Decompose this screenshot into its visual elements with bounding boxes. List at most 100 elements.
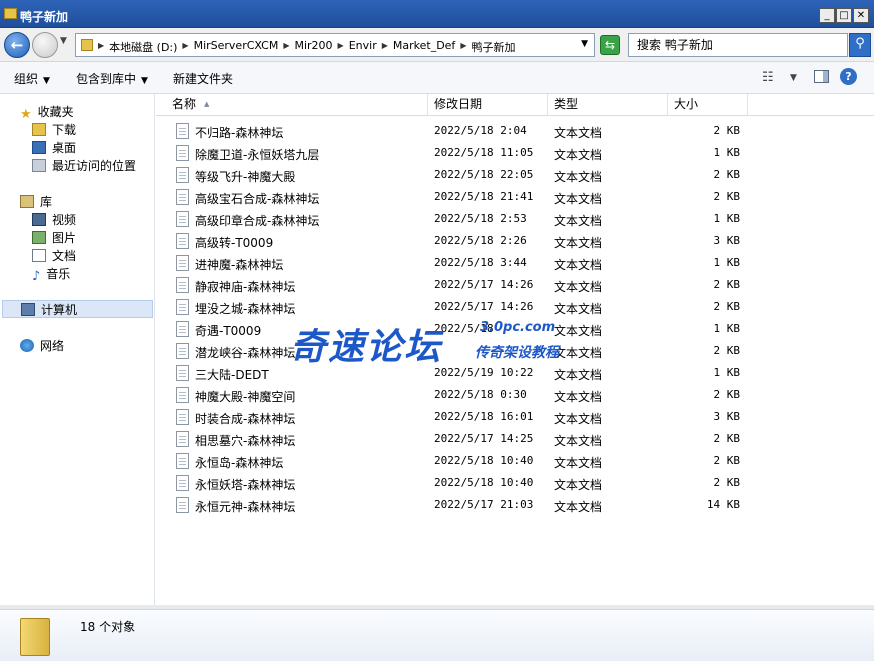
breadcrumb-item-server[interactable]: MirServerCXCM — [194, 39, 279, 55]
column-header-size[interactable]: 大小 — [668, 94, 748, 116]
organize-menu[interactable]: 组织 ▼ — [14, 70, 50, 87]
folder-icon — [81, 39, 93, 51]
file-name: 永恒妖塔-森林神坛 — [195, 478, 296, 492]
file-name: 奇遇-T0009 — [195, 324, 262, 338]
help-button[interactable]: ? — [840, 68, 857, 85]
file-type: 文本文档 — [554, 192, 603, 206]
file-row[interactable]: 永恒岛-森林神坛 2022/5/18 10:40 文本文档 2 KB — [156, 450, 874, 472]
file-row[interactable]: 高级宝石合成-森林神坛 2022/5/18 21:41 文本文档 2 KB — [156, 186, 874, 208]
close-button[interactable]: ✕ — [853, 8, 869, 23]
file-row[interactable]: 时装合成-森林神坛 2022/5/18 16:01 文本文档 3 KB — [156, 406, 874, 428]
network-icon — [20, 339, 34, 352]
chevron-right-icon[interactable]: ▶ — [382, 39, 388, 55]
address-field[interactable]: ▶ 本地磁盘 (D:) ▶ MirServerCXCM ▶ Mir200 ▶ E… — [75, 33, 595, 57]
nav-music[interactable]: ♪ 音乐 — [32, 265, 70, 284]
search-box[interactable] — [628, 33, 848, 57]
text-file-icon — [176, 475, 189, 491]
file-type: 文本文档 — [554, 324, 603, 338]
column-label: 名称 — [172, 97, 197, 111]
breadcrumb-item-market[interactable]: Market_Def — [393, 39, 455, 55]
nav-desktop[interactable]: 桌面 — [32, 139, 76, 157]
chevron-down-icon[interactable]: ▼ — [60, 36, 67, 46]
nav-pictures[interactable]: 图片 — [32, 229, 76, 247]
file-size: 1 KB — [713, 256, 741, 269]
chevron-right-icon[interactable]: ▶ — [283, 39, 289, 55]
file-date: 2022/5/18 2:53 — [434, 212, 527, 225]
nav-recent[interactable]: 最近访问的位置 — [32, 157, 136, 175]
file-row[interactable]: 除魔卫道-永恒妖塔九层 2022/5/18 11:05 文本文档 1 KB — [156, 142, 874, 164]
file-row[interactable]: 高级印章合成-森林神坛 2022/5/18 2:53 文本文档 1 KB — [156, 208, 874, 230]
file-row[interactable]: 永恒元神-森林神坛 2022/5/17 21:03 文本文档 14 KB — [156, 494, 874, 516]
maximize-button[interactable]: □ — [836, 8, 852, 23]
search-input[interactable] — [637, 37, 837, 51]
file-type: 文本文档 — [554, 478, 603, 492]
minimize-button[interactable]: _ — [819, 8, 835, 23]
file-type: 文本文档 — [554, 390, 603, 404]
file-name: 高级印章合成-森林神坛 — [195, 214, 320, 228]
nav-downloads[interactable]: 下载 — [32, 121, 76, 139]
column-header-date[interactable]: 修改日期 — [428, 94, 548, 116]
file-date: 2022/5/18 21:41 — [434, 190, 534, 203]
file-name: 潜龙峡谷-森林神坛 — [195, 346, 296, 360]
nav-libraries[interactable]: 库 — [20, 193, 52, 211]
text-file-icon — [176, 233, 189, 249]
nav-computer[interactable]: 计算机 — [2, 300, 153, 318]
nav-network[interactable]: 网络 — [20, 337, 64, 355]
column-header-type[interactable]: 类型 — [548, 94, 668, 116]
nav-label: 网络 — [40, 339, 65, 353]
file-size: 2 KB — [713, 388, 741, 401]
chevron-right-icon[interactable]: ▶ — [182, 39, 188, 55]
file-row[interactable]: 高级转-T0009 2022/5/18 2:26 文本文档 3 KB — [156, 230, 874, 252]
file-type: 文本文档 — [554, 126, 603, 140]
file-type: 文本文档 — [554, 368, 603, 382]
file-type: 文本文档 — [554, 500, 603, 514]
library-icon — [20, 195, 34, 208]
column-label: 大小 — [674, 97, 699, 111]
breadcrumb-item-mir200[interactable]: Mir200 — [294, 39, 332, 55]
text-file-icon — [176, 167, 189, 183]
file-row[interactable]: 进神魔-森林神坛 2022/5/18 3:44 文本文档 1 KB — [156, 252, 874, 274]
address-bar-area: ← ▼ ▶ 本地磁盘 (D:) ▶ MirServerCXCM ▶ Mir200… — [0, 28, 874, 62]
nav-documents[interactable]: 文档 — [32, 247, 76, 265]
file-row[interactable]: 等级飞升-神魔大殿 2022/5/18 22:05 文本文档 2 KB — [156, 164, 874, 186]
file-type: 文本文档 — [554, 412, 603, 426]
file-row[interactable]: 埋没之城-森林神坛 2022/5/17 14:26 文本文档 2 KB — [156, 296, 874, 318]
file-row[interactable]: 三大陆-DEDT 2022/5/19 10:22 文本文档 1 KB — [156, 362, 874, 384]
chevron-right-icon[interactable]: ▶ — [338, 39, 344, 55]
new-folder-button[interactable]: 新建文件夹 — [173, 70, 233, 87]
music-icon: ♪ — [32, 269, 41, 284]
back-button[interactable]: ← — [4, 32, 30, 58]
forward-button[interactable] — [32, 32, 58, 58]
text-file-icon — [176, 189, 189, 205]
chevron-right-icon[interactable]: ▶ — [460, 39, 466, 55]
column-header-name[interactable]: 名称 ▲ — [166, 94, 428, 116]
breadcrumb-item-drive[interactable]: 本地磁盘 (D:) — [109, 39, 177, 55]
chevron-down-icon[interactable]: ▼ — [790, 73, 797, 83]
title-bar[interactable]: 鸭子新加 _ □ ✕ — [0, 0, 874, 28]
chevron-right-icon[interactable]: ▶ — [98, 39, 104, 55]
chevron-down-icon[interactable]: ▼ — [581, 39, 588, 49]
file-row[interactable]: 相思墓穴-森林神坛 2022/5/17 14:25 文本文档 2 KB — [156, 428, 874, 450]
view-options-icon[interactable]: ☷ — [762, 70, 774, 85]
nav-label: 库 — [40, 195, 53, 209]
breadcrumb-item-current[interactable]: 鸭子新加 — [471, 39, 515, 55]
search-button[interactable]: ⚲ — [849, 33, 871, 57]
file-size: 1 KB — [713, 146, 741, 159]
breadcrumb-item-envir[interactable]: Envir — [349, 39, 377, 55]
arrow-left-icon: ← — [10, 36, 24, 54]
file-type: 文本文档 — [554, 170, 603, 184]
include-in-library-menu[interactable]: 包含到库中 ▼ — [76, 70, 148, 87]
file-row[interactable]: 不归路-森林神坛 2022/5/18 2:04 文本文档 2 KB — [156, 120, 874, 142]
file-date: 2022/5/18 0:30 — [434, 388, 527, 401]
file-name: 等级飞升-神魔大殿 — [195, 170, 296, 184]
file-row[interactable]: 静寂神庙-森林神坛 2022/5/17 14:26 文本文档 2 KB — [156, 274, 874, 296]
nav-videos[interactable]: 视频 — [32, 211, 76, 229]
search-icon: ⚲ — [855, 36, 865, 51]
file-row[interactable]: 永恒妖塔-森林神坛 2022/5/18 10:40 文本文档 2 KB — [156, 472, 874, 494]
refresh-button[interactable]: ⇆ — [600, 35, 620, 55]
nav-favorites[interactable]: ★ 收藏夹 — [20, 103, 74, 122]
file-type: 文本文档 — [554, 214, 603, 228]
preview-pane-button[interactable] — [814, 70, 829, 83]
file-row[interactable]: 神魔大殿-神魔空间 2022/5/18 0:30 文本文档 2 KB — [156, 384, 874, 406]
folder-icon — [20, 618, 50, 656]
